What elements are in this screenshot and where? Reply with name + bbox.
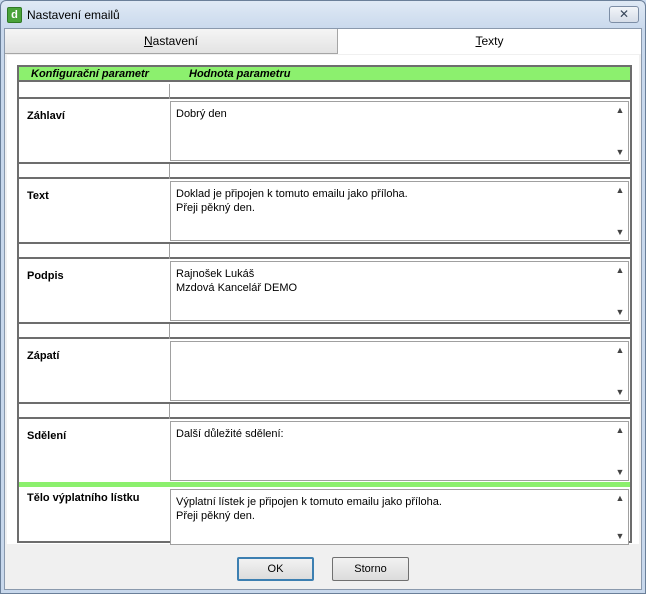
row-value: Doklad je připojen k tomuto emailu jako … — [176, 188, 408, 214]
chevron-down-icon[interactable]: ▼ — [614, 466, 626, 478]
button-bar: OK Storno — [5, 545, 641, 589]
parameter-grid: Konfigurační parametr Hodnota parametru … — [17, 65, 632, 545]
storno-button[interactable]: Storno — [332, 557, 409, 581]
tab-panel-texty: Konfigurační parametr Hodnota parametru … — [7, 55, 639, 545]
chevron-up-icon[interactable]: ▲ — [614, 492, 626, 504]
header-config-param: Konfigurační parametr — [31, 68, 149, 80]
row-spacer — [19, 324, 630, 339]
tab-nastaveni[interactable]: Nastavení — [5, 29, 338, 54]
chevron-up-icon[interactable]: ▲ — [614, 104, 626, 116]
grid-row-podpis: Podpis Rajnošek Lukáš Mzdová Kancelář DE… — [19, 261, 630, 322]
tab-strip: Nastavení Texty — [5, 29, 641, 54]
ok-button[interactable]: OK — [237, 557, 314, 581]
row-label: Záhlaví — [27, 110, 65, 122]
chevron-up-icon[interactable]: ▲ — [614, 424, 626, 436]
chevron-down-icon[interactable]: ▼ — [614, 530, 626, 542]
chevron-down-icon[interactable]: ▼ — [614, 226, 626, 238]
row-spacer — [19, 404, 630, 419]
tab-nastaveni-label: astavení — [152, 34, 199, 48]
row-spacer — [19, 84, 630, 99]
dialog-client: Nastavení Texty Konfigurační parametr Ho… — [4, 28, 642, 590]
grid-row-telo: Tělo výplatního lístku Výplatní lístek j… — [19, 487, 630, 545]
chevron-up-icon[interactable]: ▲ — [614, 184, 626, 196]
row-value: Další důležité sdělení: — [176, 428, 284, 440]
row-value: Dobrý den — [176, 108, 227, 120]
row-label: Zápatí — [27, 350, 60, 362]
row-label: Text — [27, 190, 49, 202]
row-label: Sdělení — [27, 430, 67, 442]
title-bar[interactable]: d Nastavení emailů ✕ — [1, 1, 645, 29]
window-title: Nastavení emailů — [27, 8, 120, 22]
grid-row-sdeleni: Sdělení Další důležité sdělení: ▲ ▼ — [19, 421, 630, 482]
chevron-down-icon[interactable]: ▼ — [614, 306, 626, 318]
dialog-window: d Nastavení emailů ✕ Nastavení Texty Kon… — [0, 0, 646, 594]
grid-row-text: Text Doklad je připojen k tomuto emailu … — [19, 181, 630, 242]
chevron-up-icon[interactable]: ▲ — [614, 344, 626, 356]
tab-texty-label: exty — [481, 34, 504, 48]
close-icon: ✕ — [618, 7, 630, 21]
vertical-scrollbar[interactable]: ▲ ▼ — [612, 262, 628, 320]
telo-textarea[interactable]: Výplatní lístek je připojen k tomuto ema… — [170, 489, 629, 545]
text-textarea[interactable]: Doklad je připojen k tomuto emailu jako … — [170, 181, 629, 241]
vertical-scrollbar[interactable]: ▲ ▼ — [612, 490, 628, 544]
row-spacer — [19, 244, 630, 259]
chevron-up-icon[interactable]: ▲ — [614, 264, 626, 276]
grid-row-zapati: Zápatí ▲ ▼ — [19, 341, 630, 402]
chevron-down-icon[interactable]: ▼ — [614, 386, 626, 398]
chevron-down-icon[interactable]: ▼ — [614, 146, 626, 158]
row-label: Podpis — [27, 270, 64, 282]
grid-row-zahlavi: Záhlaví Dobrý den ▲ ▼ — [19, 101, 630, 162]
app-icon: d — [7, 7, 22, 23]
tab-nastaveni-accel: N — [143, 34, 153, 48]
close-button[interactable]: ✕ — [609, 6, 639, 23]
grid-header: Konfigurační parametr Hodnota parametru — [19, 67, 630, 82]
header-param-value: Hodnota parametru — [189, 68, 291, 80]
vertical-scrollbar[interactable]: ▲ ▼ — [612, 342, 628, 400]
sdeleni-textarea[interactable]: Další důležité sdělení: ▲ ▼ — [170, 421, 629, 481]
row-value: Rajnošek Lukáš Mzdová Kancelář DEMO — [176, 268, 298, 294]
podpis-textarea[interactable]: Rajnošek Lukáš Mzdová Kancelář DEMO ▲ ▼ — [170, 261, 629, 321]
zapati-textarea[interactable]: ▲ ▼ — [170, 341, 629, 401]
zahlavi-textarea[interactable]: Dobrý den ▲ ▼ — [170, 101, 629, 161]
row-spacer — [19, 164, 630, 179]
vertical-scrollbar[interactable]: ▲ ▼ — [612, 182, 628, 240]
vertical-scrollbar[interactable]: ▲ ▼ — [612, 102, 628, 160]
vertical-scrollbar[interactable]: ▲ ▼ — [612, 422, 628, 480]
row-label: Tělo výplatního lístku — [27, 492, 140, 504]
tab-texty[interactable]: Texty — [338, 29, 641, 54]
row-value: Výplatní lístek je připojen k tomuto ema… — [176, 496, 442, 522]
